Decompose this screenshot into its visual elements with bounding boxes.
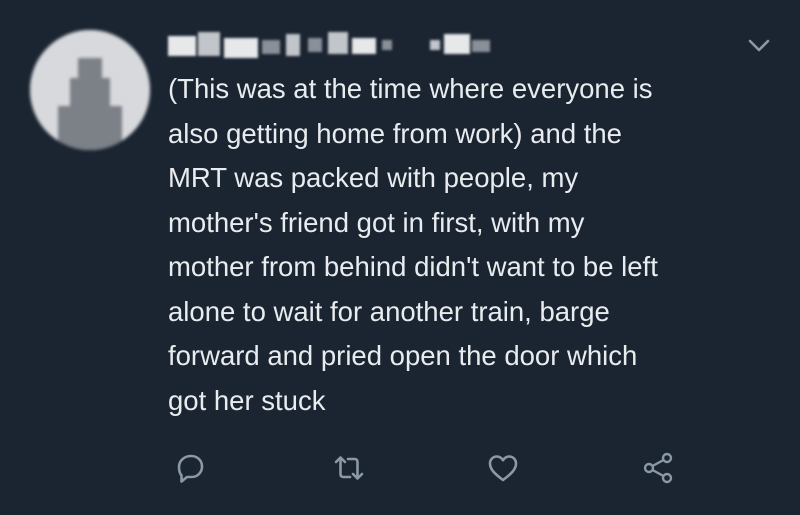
blurred-username[interactable] bbox=[168, 30, 568, 60]
chevron-down-icon[interactable] bbox=[746, 36, 772, 56]
retweet-icon[interactable] bbox=[329, 446, 369, 490]
tweet-text: (This was at the time where everyone is … bbox=[168, 73, 658, 416]
heart-icon[interactable] bbox=[483, 446, 523, 490]
reply-icon[interactable] bbox=[170, 446, 210, 490]
tweet-actions bbox=[0, 446, 800, 496]
tweet-card: (This was at the time where everyone is … bbox=[0, 0, 800, 515]
share-icon[interactable] bbox=[638, 446, 678, 490]
avatar[interactable] bbox=[30, 30, 150, 150]
